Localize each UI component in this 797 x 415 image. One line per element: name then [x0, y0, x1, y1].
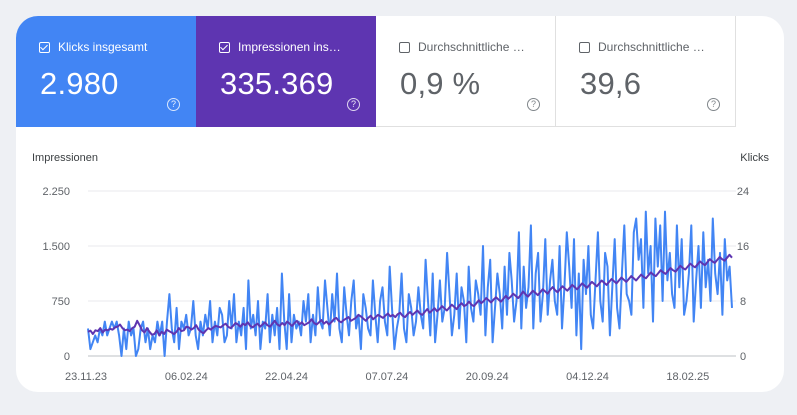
- performance-chart: Impressionen Klicks 2.250 24 1.500 16 750 8 0 0…: [16, 127, 784, 392]
- left-axis-title: Impressionen: [32, 152, 98, 164]
- metric-tiles: Klicks insgesamt 2.980 ? Impressionen in…: [16, 16, 736, 127]
- performance-card: Klicks insgesamt 2.980 ? Impressionen in…: [16, 16, 784, 392]
- metric-label: Impressionen ins…: [238, 40, 341, 54]
- left-tick-label: 2.250: [42, 186, 70, 198]
- metric-tile-average-ctr[interactable]: Durchschnittliche … 0,9 % ?: [376, 16, 556, 127]
- metric-label: Durchschnittliche …: [598, 40, 705, 54]
- metric-label: Klicks insgesamt: [58, 40, 148, 54]
- help-icon[interactable]: ?: [707, 98, 720, 111]
- x-tick-label: 23.11.23: [65, 371, 107, 383]
- checkbox-checked-icon[interactable]: [219, 41, 230, 53]
- metric-value: 0,9 %: [400, 66, 481, 101]
- x-tick-label: 04.12.24: [566, 371, 609, 383]
- x-tick-label: 06.02.24: [165, 371, 208, 383]
- help-icon[interactable]: ?: [527, 98, 540, 111]
- left-tick-label: 750: [52, 296, 70, 308]
- metric-label: Durchschnittliche …: [418, 40, 525, 54]
- help-icon[interactable]: ?: [167, 98, 180, 111]
- chart-svg: Impressionen Klicks 2.250 24 1.500 16 750 8 0 0…: [32, 152, 769, 383]
- checkbox-checked-icon[interactable]: [39, 41, 50, 53]
- left-tick-label: 0: [64, 351, 70, 363]
- metric-value: 335.369: [220, 66, 334, 101]
- right-tick-label: 8: [740, 296, 746, 308]
- left-tick-label: 1.500: [42, 241, 70, 253]
- clicks-series-line[interactable]: [87, 210, 733, 357]
- metric-value: 2.980: [40, 66, 119, 101]
- x-tick-label: 22.04.24: [265, 371, 308, 383]
- metric-tile-average-position[interactable]: Durchschnittliche … 39,6 ?: [556, 16, 736, 127]
- right-tick-label: 0: [740, 351, 746, 363]
- metric-tile-total-impressions[interactable]: Impressionen ins… 335.369 ?: [196, 16, 376, 127]
- right-tick-label: 16: [737, 241, 749, 253]
- x-tick-label: 18.02.25: [666, 371, 709, 383]
- metric-tile-total-clicks[interactable]: Klicks insgesamt 2.980 ?: [16, 16, 196, 127]
- help-icon[interactable]: ?: [347, 98, 360, 111]
- right-tick-label: 24: [737, 186, 749, 198]
- checkbox-unchecked-icon[interactable]: [399, 41, 410, 53]
- metric-value: 39,6: [580, 66, 642, 101]
- right-axis-title: Klicks: [740, 152, 769, 164]
- x-tick-label: 20.09.24: [466, 371, 509, 383]
- checkbox-unchecked-icon[interactable]: [579, 41, 590, 53]
- x-tick-label: 07.07.24: [365, 371, 408, 383]
